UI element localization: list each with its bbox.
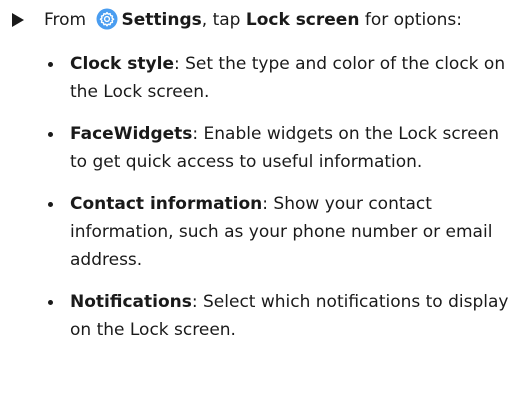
document-page: From Settings, tap Lock screen for optio… xyxy=(0,0,523,401)
list-item-clock-style: Clock style: Set the type and color of t… xyxy=(48,50,510,106)
settings-label: Settings xyxy=(121,10,202,30)
right-triangle-icon xyxy=(12,13,24,27)
intro-from: From xyxy=(44,10,87,30)
intro-text: From Settings, tap Lock screen for optio… xyxy=(44,8,462,32)
bullet-dot xyxy=(48,132,53,137)
settings-gear-icon xyxy=(96,8,118,30)
item-term: FaceWidgets xyxy=(70,124,193,144)
lock-screen-label: Lock screen xyxy=(245,10,360,30)
item-term: Clock style xyxy=(70,54,174,74)
list-item-contact-information: Contact information: Show your contact i… xyxy=(48,190,510,274)
options-list: Clock style: Set the type and color of t… xyxy=(0,50,523,358)
intro-rest: for options: xyxy=(364,10,462,30)
intro-line: From Settings, tap Lock screen for optio… xyxy=(0,6,523,36)
item-term: Contact information xyxy=(70,194,263,214)
item-term: Notifications xyxy=(70,292,192,312)
bullet-dot xyxy=(48,300,53,305)
list-item-facewidgets: FaceWidgets: Enable widgets on the Lock … xyxy=(48,120,510,176)
bullet-dot xyxy=(48,202,53,207)
bullet-dot xyxy=(48,62,53,67)
list-item-notifications: Notifications: Select which notification… xyxy=(48,288,510,344)
intro-tap: , tap xyxy=(201,10,241,30)
